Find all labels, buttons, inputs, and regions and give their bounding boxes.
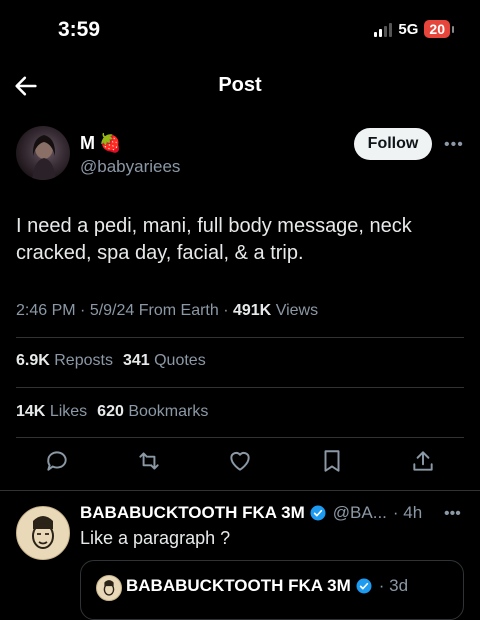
- views-label: Views: [275, 302, 319, 319]
- share-icon[interactable]: [410, 448, 436, 474]
- reply-icon[interactable]: [44, 448, 70, 474]
- divider: [16, 387, 464, 388]
- like-bookmark-stats[interactable]: 14K Likes 620 Bookmarks: [16, 403, 208, 421]
- tweet-source: From Earth: [138, 302, 219, 319]
- bookmarks-count: 620: [97, 403, 124, 420]
- tweet-text: I need a pedi, mani, full body message, …: [16, 215, 412, 264]
- bookmark-icon[interactable]: [319, 448, 345, 474]
- more-options-icon[interactable]: •••: [444, 136, 464, 154]
- like-icon[interactable]: [227, 448, 253, 474]
- reply-avatar[interactable]: [16, 506, 70, 560]
- network-label: 5G: [398, 20, 419, 38]
- likes-count: 14K: [16, 403, 46, 420]
- author-handle[interactable]: @babyariees: [80, 157, 180, 177]
- reposts-label: Reposts: [54, 352, 113, 369]
- divider: [0, 490, 480, 491]
- battery-icon: 20: [424, 20, 454, 38]
- tweet-date: 5/9/24: [89, 302, 135, 319]
- quoted-avatar: [96, 575, 122, 601]
- reply-header[interactable]: BABABUCKTOOTH FKA 3M @BA... · 4h: [80, 503, 422, 523]
- likes-label: Likes: [49, 403, 88, 420]
- signal-icon: [374, 21, 393, 37]
- repost-quote-stats[interactable]: 6.9K Reposts 341 Quotes: [16, 352, 206, 370]
- quotes-count: 341: [122, 352, 150, 369]
- quoted-header: BABABUCKTOOTH FKA 3M · 3d: [126, 576, 408, 596]
- reply-more-options-icon[interactable]: •••: [444, 505, 461, 523]
- reply-handle: @BA...: [332, 503, 387, 522]
- quoted-age: · 3d: [378, 576, 409, 595]
- status-time: 3:59: [58, 18, 101, 41]
- author-name-text: M: [80, 133, 95, 153]
- repost-icon[interactable]: [136, 448, 162, 474]
- bookmarks-label: Bookmarks: [128, 403, 209, 420]
- views-count: 491K: [232, 302, 272, 319]
- status-indicators: 5G 20: [374, 20, 454, 38]
- avatar[interactable]: [16, 126, 70, 180]
- page-title: Post: [218, 74, 262, 96]
- divider: [16, 437, 464, 438]
- verified-badge-icon: [310, 505, 326, 521]
- divider: [16, 337, 464, 338]
- verified-badge-icon: [356, 578, 372, 594]
- tweet-meta: 2:46 PM · 5/9/24 From Earth · 491K Views: [16, 302, 319, 319]
- reposts-count: 6.9K: [16, 352, 50, 369]
- strawberry-emoji: 🍓: [99, 133, 122, 153]
- tweet-time: 2:46 PM: [16, 302, 76, 319]
- author-name[interactable]: M 🍓: [80, 133, 121, 154]
- action-bar: [16, 448, 464, 474]
- quotes-label: Quotes: [154, 352, 206, 369]
- reply-age: · 4h: [392, 503, 423, 522]
- reply-text: Like a paragraph ?: [80, 528, 231, 548]
- reply-author-name: BABABUCKTOOTH FKA 3M: [80, 503, 305, 522]
- quoted-author-name: BABABUCKTOOTH FKA 3M: [126, 576, 351, 595]
- follow-button[interactable]: Follow: [354, 128, 432, 160]
